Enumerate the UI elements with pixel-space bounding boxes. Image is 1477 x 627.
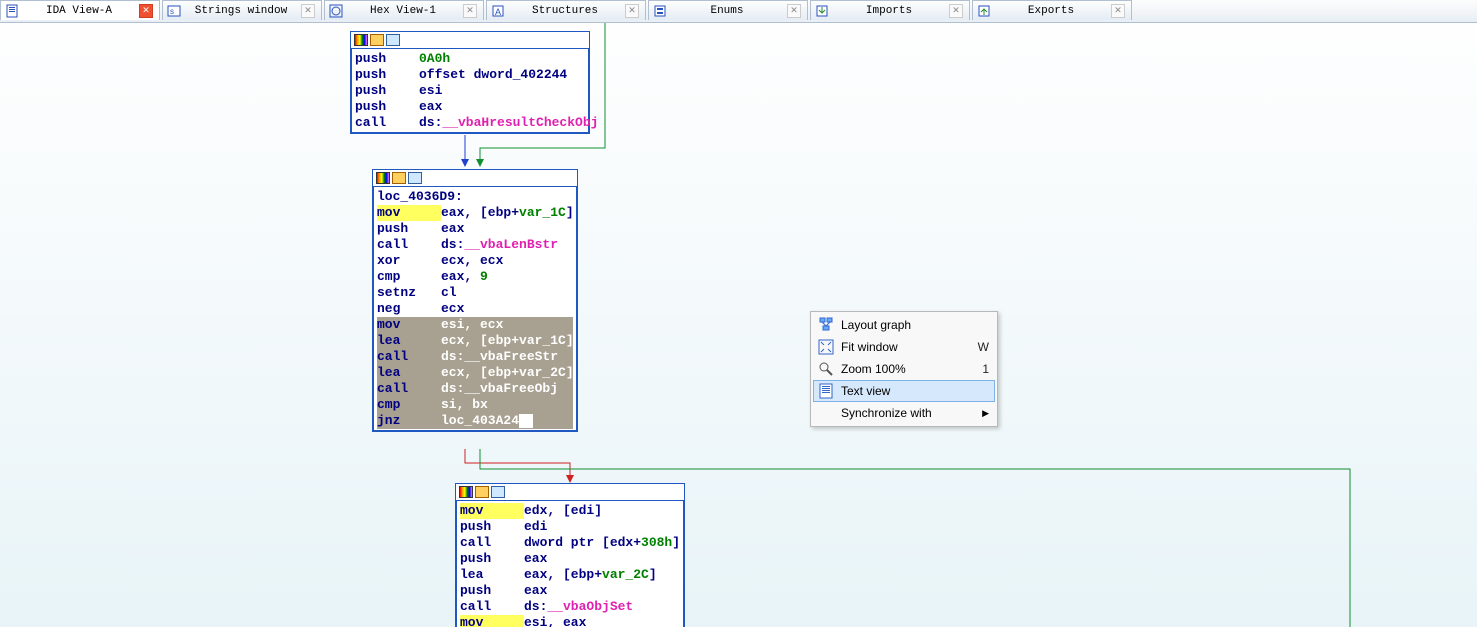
tab-ida-view[interactable]: IDA View-A ✕ xyxy=(0,0,160,20)
color-icon xyxy=(459,486,473,498)
node-header xyxy=(456,484,684,501)
exports-icon xyxy=(977,4,991,18)
menu-item-label: Fit window xyxy=(841,340,970,354)
layout-icon xyxy=(817,317,835,333)
group-icon xyxy=(408,172,422,184)
node-header xyxy=(351,32,589,49)
tab-exports[interactable]: Exports ✕ xyxy=(972,0,1132,20)
close-icon[interactable]: ✕ xyxy=(301,4,315,18)
tab-label: Structures xyxy=(509,5,621,17)
menu-shortcut: W xyxy=(978,340,989,354)
edit-icon xyxy=(370,34,384,46)
edit-icon xyxy=(392,172,406,184)
close-icon[interactable]: ✕ xyxy=(787,4,801,18)
edit-icon xyxy=(475,486,489,498)
tab-structures[interactable]: A Structures ✕ xyxy=(486,0,646,20)
tab-imports[interactable]: Imports ✕ xyxy=(810,0,970,20)
close-icon[interactable]: ✕ xyxy=(625,4,639,18)
tab-label: Imports xyxy=(833,5,945,17)
struct-icon: A xyxy=(491,4,505,18)
tab-label: Exports xyxy=(995,5,1107,17)
graph-node[interactable]: push0A0hpushoffset dword_402244pushesipu… xyxy=(350,31,590,134)
graph-node[interactable]: loc_4036D9:moveax, [ebp+var_1C]pusheaxca… xyxy=(372,169,578,432)
menu-item-label: Zoom 100% xyxy=(841,362,974,376)
menu-item[interactable]: Zoom 100% 1 xyxy=(813,358,995,380)
menu-item[interactable]: Fit window W xyxy=(813,336,995,358)
menu-item[interactable]: Synchronize with▶ xyxy=(813,402,995,424)
tab-label: IDA View-A xyxy=(23,5,135,17)
imports-icon xyxy=(815,4,829,18)
asm-listing[interactable]: movedx, [edi]pushedicalldword ptr [edx+3… xyxy=(456,501,684,627)
group-icon xyxy=(491,486,505,498)
node-header xyxy=(373,170,577,187)
graph-edges xyxy=(0,23,1477,627)
menu-item[interactable]: Layout graph xyxy=(813,314,995,336)
menu-item[interactable]: Text view xyxy=(813,380,995,402)
asm-listing[interactable]: loc_4036D9:moveax, [ebp+var_1C]pusheaxca… xyxy=(373,187,577,431)
strings-icon: s xyxy=(167,4,181,18)
menu-shortcut: 1 xyxy=(982,362,989,376)
group-icon xyxy=(386,34,400,46)
close-icon[interactable]: ✕ xyxy=(949,4,963,18)
tab-hex[interactable]: Hex View-1 ✕ xyxy=(324,0,484,20)
tab-strings[interactable]: s Strings window ✕ xyxy=(162,0,322,20)
tab-enums[interactable]: Enums ✕ xyxy=(648,0,808,20)
document-icon xyxy=(5,4,19,18)
tab-label: Strings window xyxy=(185,5,297,17)
tab-label: Enums xyxy=(671,5,783,17)
graph-canvas[interactable]: push0A0hpushoffset dword_402244pushesipu… xyxy=(0,23,1477,627)
blank-icon xyxy=(817,405,835,421)
fit-icon xyxy=(817,339,835,355)
svg-text:A: A xyxy=(495,7,501,17)
close-icon[interactable]: ✕ xyxy=(463,4,477,18)
chevron-right-icon: ▶ xyxy=(982,408,989,419)
svg-text:s: s xyxy=(170,7,174,16)
menu-item-label: Layout graph xyxy=(841,318,989,332)
hex-icon xyxy=(329,4,343,18)
color-icon xyxy=(376,172,390,184)
menu-item-label: Text view xyxy=(841,384,989,398)
close-icon[interactable]: ✕ xyxy=(1111,4,1125,18)
context-menu: Layout graph Fit window W Zoom 100% 1 Text vi… xyxy=(810,311,998,427)
color-icon xyxy=(354,34,368,46)
zoom-icon xyxy=(817,361,835,377)
asm-listing[interactable]: push0A0hpushoffset dword_402244pushesipu… xyxy=(351,49,589,133)
tab-label: Hex View-1 xyxy=(347,5,459,17)
graph-node[interactable]: movedx, [edi]pushedicalldword ptr [edx+3… xyxy=(455,483,685,627)
enum-icon xyxy=(653,4,667,18)
tab-bar: IDA View-A ✕ s Strings window ✕ Hex View… xyxy=(0,0,1477,23)
menu-item-label: Synchronize with xyxy=(841,406,982,420)
close-icon[interactable]: ✕ xyxy=(139,4,153,18)
text-icon xyxy=(817,383,835,399)
